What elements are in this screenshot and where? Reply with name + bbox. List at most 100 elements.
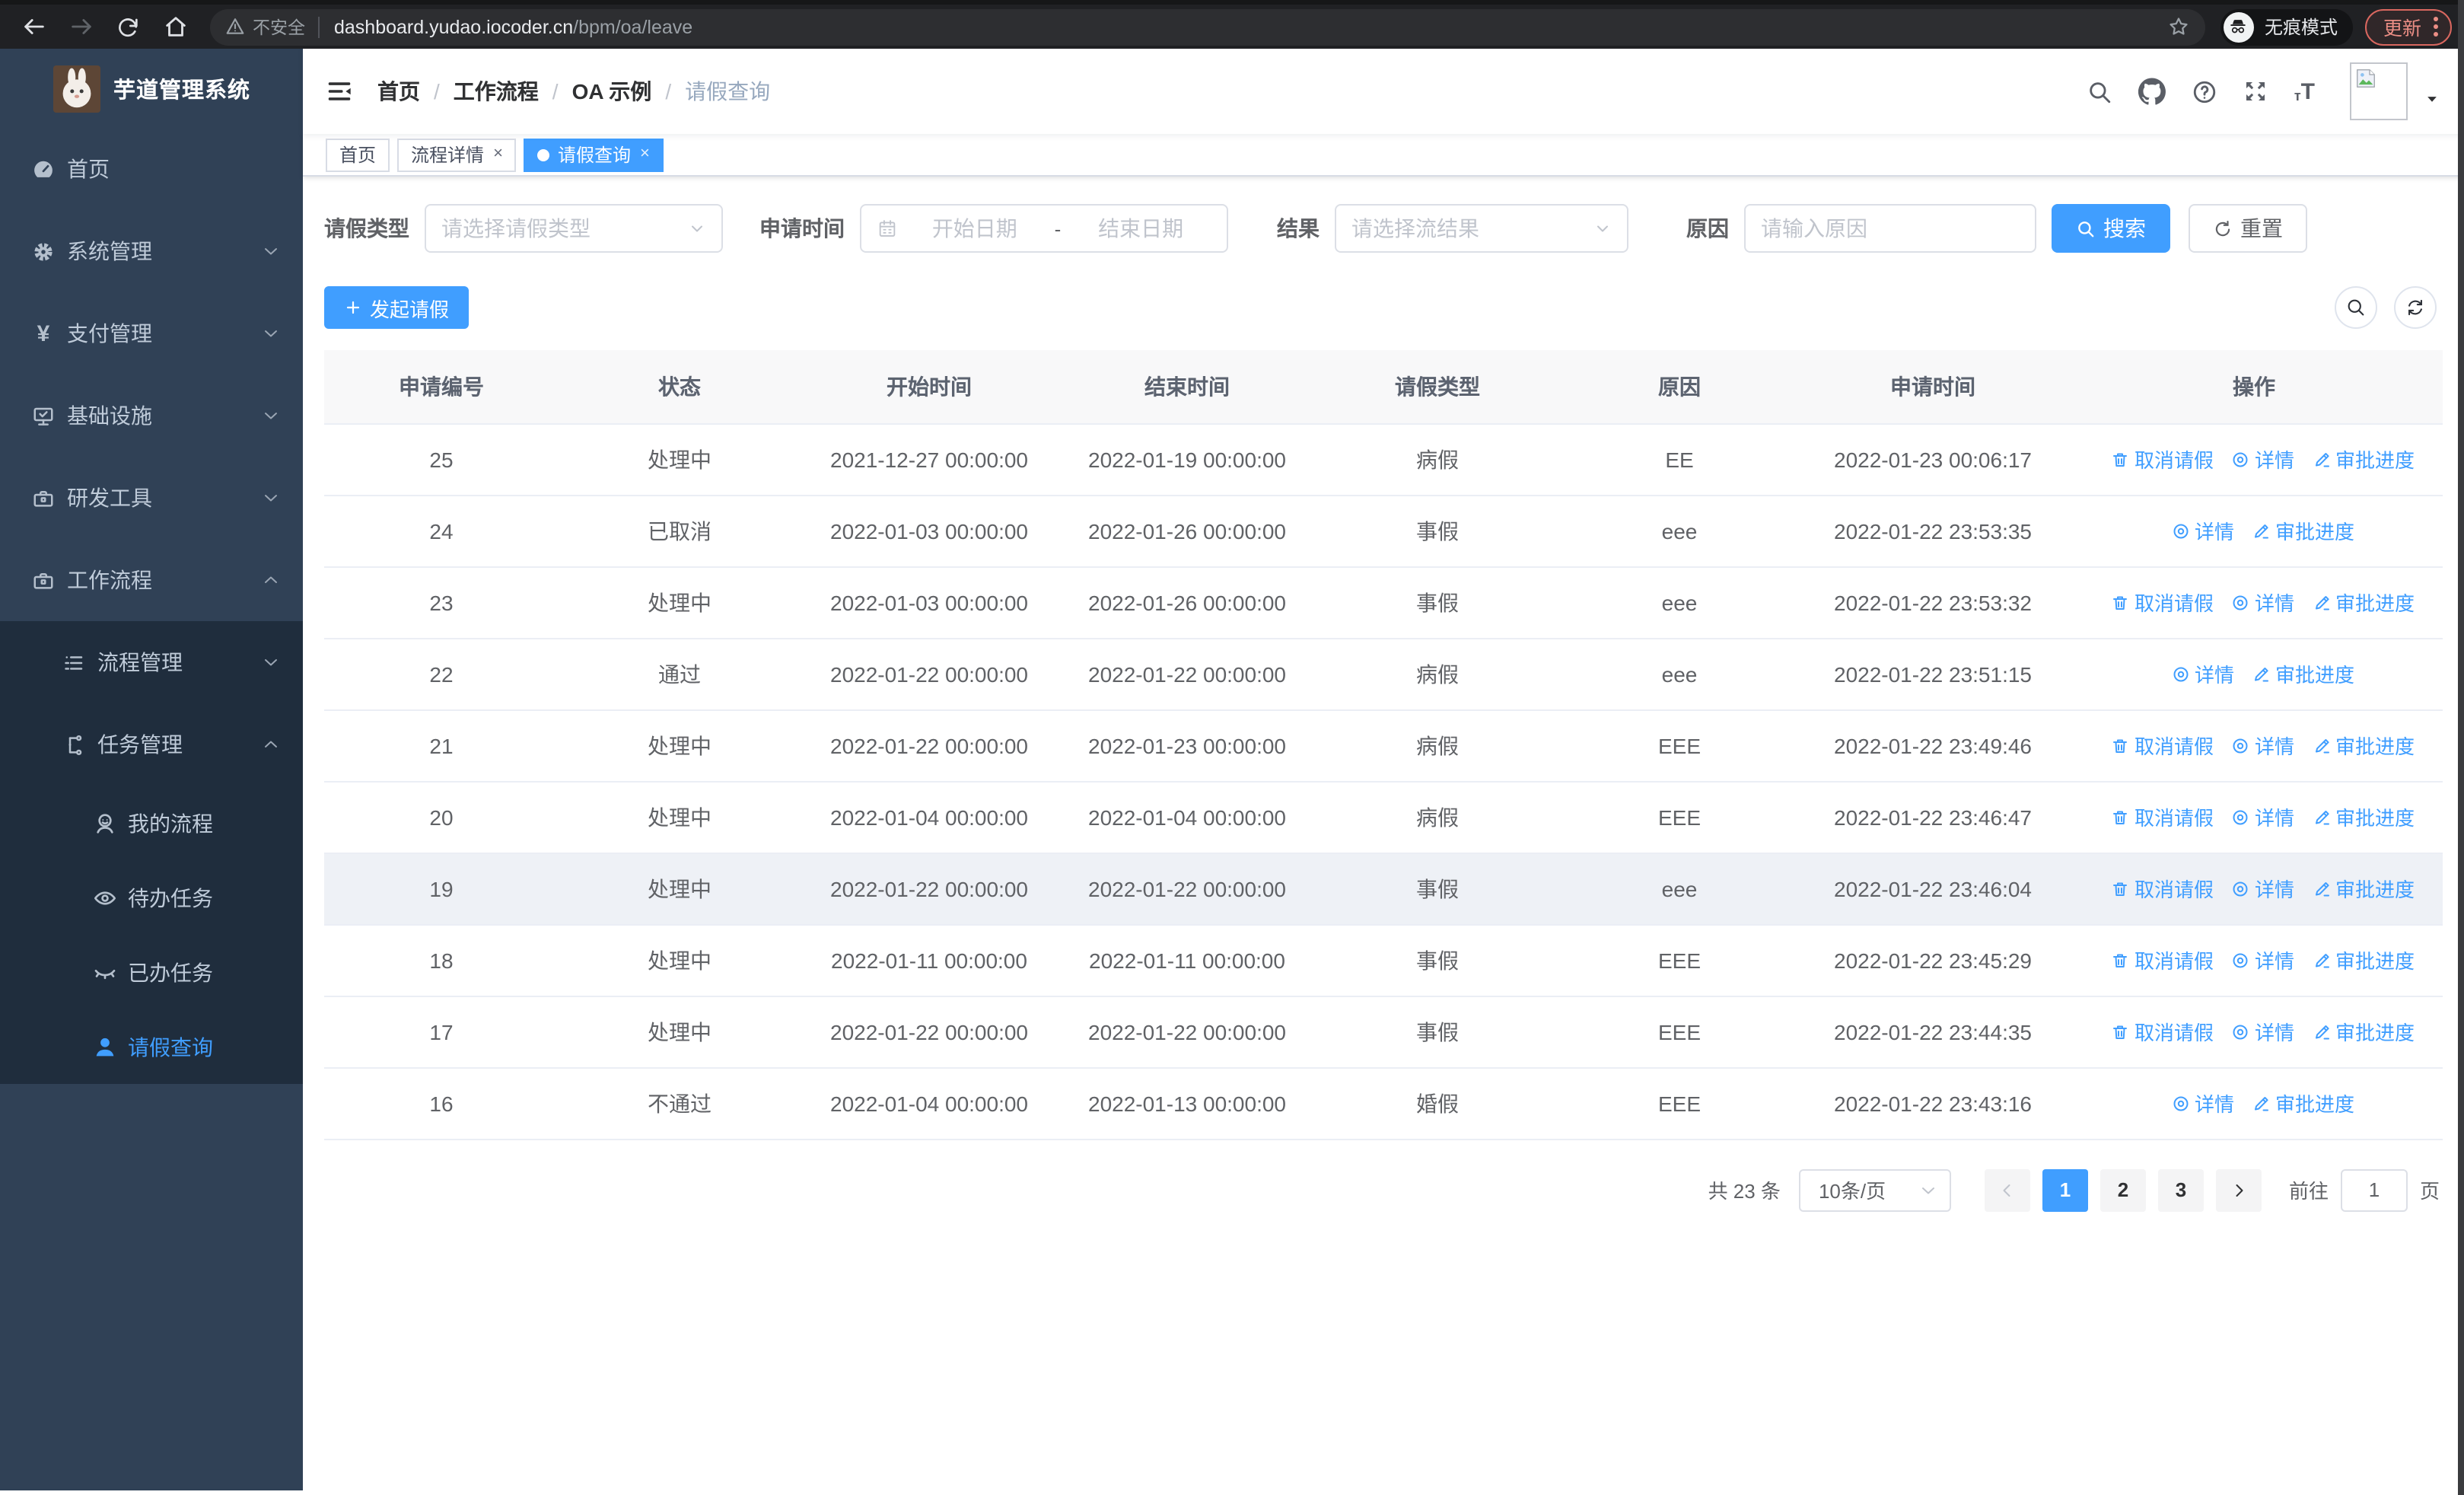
cancel-leave-link[interactable]: 取消请假 [2112, 802, 2214, 831]
home-icon[interactable] [157, 8, 193, 45]
approval-progress-link[interactable]: 审批进度 [2252, 1089, 2354, 1117]
page-1-button[interactable]: 1 [2042, 1168, 2088, 1211]
approval-progress-link[interactable]: 审批进度 [2313, 445, 2415, 473]
bookmark-star-icon[interactable] [2167, 15, 2190, 38]
detail-link[interactable]: 详情 [2232, 731, 2294, 760]
cancel-leave-link[interactable]: 取消请假 [2112, 731, 2214, 760]
goto-page-input[interactable]: 1 [2340, 1168, 2408, 1211]
cell-id: 17 [324, 996, 559, 1068]
apply-time-label: 申请时间 [759, 216, 845, 241]
sidebar-item-my-process[interactable]: 我的流程 [0, 786, 303, 860]
incognito-badge: 无痕模式 [2220, 8, 2353, 45]
cancel-leave-link[interactable]: 取消请假 [2112, 445, 2214, 473]
approval-progress-link[interactable]: 审批进度 [2313, 1017, 2415, 1046]
reload-icon[interactable] [110, 8, 146, 45]
font-size-icon[interactable]: тT [2294, 80, 2315, 103]
sidebar-item-home[interactable]: 首页 [0, 128, 303, 210]
tab-home[interactable]: 首页 [326, 138, 390, 171]
detail-link[interactable]: 详情 [2232, 874, 2294, 903]
app-logo[interactable]: 芋道管理系统 [0, 49, 303, 128]
table-row: 23 处理中 2022-01-03 00:00:00 2022-01-26 00:00… [324, 566, 2443, 639]
cell-id: 16 [324, 1067, 559, 1140]
sidebar-item-dev-tools[interactable]: 研发工具 [0, 457, 303, 539]
result-select[interactable]: 请选择流结果 [1335, 204, 1628, 253]
github-icon[interactable] [2138, 78, 2166, 105]
approval-progress-link[interactable]: 审批进度 [2313, 588, 2415, 617]
sidebar-item-process-mgmt[interactable]: 流程管理 [0, 621, 303, 703]
cell-status: 处理中 [559, 709, 801, 782]
detail-link[interactable]: 详情 [2232, 945, 2294, 974]
reason-input[interactable]: 请输入原因 [1744, 204, 2036, 253]
cell-actions: 取消请假 详情 审批进度 [2065, 996, 2443, 1068]
approval-progress-link[interactable]: 审批进度 [2313, 802, 2415, 831]
cancel-leave-link[interactable]: 取消请假 [2112, 1017, 2214, 1046]
sidebar-item-todo-tasks[interactable]: 待办任务 [0, 860, 303, 935]
approval-progress-link[interactable]: 审批进度 [2313, 945, 2415, 974]
hamburger-icon[interactable] [326, 78, 353, 105]
approval-progress-link[interactable]: 审批进度 [2313, 731, 2415, 760]
leave-type-select[interactable]: 请选择请假类型 [425, 204, 723, 253]
sidebar-item-task-mgmt[interactable]: 任务管理 [0, 703, 303, 786]
page-size-select[interactable]: 10条/页 [1798, 1168, 1951, 1211]
detail-link[interactable]: 详情 [2172, 516, 2234, 545]
detail-link[interactable]: 详情 [2232, 445, 2294, 473]
cell-end-time: 2022-01-19 00:00:00 [1058, 423, 1316, 496]
cell-leave-type: 事假 [1316, 566, 1558, 639]
page-3-button[interactable]: 3 [2157, 1168, 2204, 1211]
url-bar[interactable]: 不安全 dashboard.yudao.iocoder.cn/bpm/oa/le… [210, 8, 2205, 45]
not-secure-icon [225, 17, 245, 37]
breadcrumb-item[interactable]: 工作流程 [454, 76, 539, 107]
close-icon[interactable]: × [640, 145, 650, 163]
cell-apply-time: 2022-01-23 00:06:17 [1800, 423, 2065, 496]
cell-status: 处理中 [559, 423, 801, 496]
detail-link[interactable]: 详情 [2232, 802, 2294, 831]
tab-process-detail[interactable]: 流程详情 × [397, 138, 517, 171]
detail-link[interactable]: 详情 [2172, 1089, 2234, 1117]
search-button[interactable]: 搜索 [2052, 204, 2170, 253]
detail-link[interactable]: 详情 [2172, 659, 2234, 688]
forward-icon[interactable] [62, 8, 99, 45]
reset-button[interactable]: 重置 [2189, 204, 2307, 253]
sidebar-item-payment[interactable]: ¥ 支付管理 [0, 292, 303, 375]
cancel-leave-link[interactable]: 取消请假 [2112, 945, 2214, 974]
back-icon[interactable] [15, 8, 52, 45]
refresh-table-button[interactable] [2394, 286, 2437, 329]
edit-icon [2313, 1022, 2331, 1041]
next-page-button[interactable] [2215, 1168, 2262, 1211]
sidebar-item-infrastructure[interactable]: 基础设施 [0, 375, 303, 457]
cell-leave-type: 病假 [1316, 709, 1558, 782]
cell-reason: EEE [1558, 709, 1800, 782]
browser-menu-button[interactable]: 更新 [2364, 8, 2452, 45]
avatar[interactable] [2350, 62, 2408, 120]
calendar-icon [877, 218, 898, 239]
cell-apply-time: 2022-01-22 23:49:46 [1800, 709, 2065, 782]
edit-icon [2313, 593, 2331, 611]
tab-leave-query[interactable]: 请假查询 × [524, 138, 664, 171]
approval-progress-link[interactable]: 审批进度 [2252, 516, 2354, 545]
detail-link[interactable]: 详情 [2232, 588, 2294, 617]
search-icon[interactable] [2087, 78, 2113, 104]
cell-leave-type: 病假 [1316, 423, 1558, 496]
apply-time-range-picker[interactable]: 开始日期 - 结束日期 [860, 204, 1228, 253]
sidebar-item-label: 已办任务 [128, 960, 213, 984]
close-icon[interactable]: × [493, 145, 503, 163]
cancel-leave-link[interactable]: 取消请假 [2112, 588, 2214, 617]
toggle-search-button[interactable] [2335, 286, 2377, 329]
approval-progress-link[interactable]: 审批进度 [2313, 874, 2415, 903]
sidebar-item-leave-query[interactable]: 请假查询 [0, 1009, 303, 1084]
approval-progress-link[interactable]: 审批进度 [2252, 659, 2354, 688]
sidebar-item-workflow[interactable]: 工作流程 [0, 539, 303, 621]
browser-toolbar: 不安全 dashboard.yudao.iocoder.cn/bpm/oa/le… [0, 0, 2464, 49]
breadcrumb-item[interactable]: 首页 [377, 76, 420, 107]
chevron-down-icon[interactable] [2424, 91, 2440, 107]
breadcrumb-item[interactable]: OA 示例 [572, 76, 652, 107]
help-icon[interactable] [2192, 78, 2218, 104]
sidebar-item-system[interactable]: 系统管理 [0, 210, 303, 292]
sidebar-item-done-tasks[interactable]: 已办任务 [0, 935, 303, 1009]
cancel-leave-link[interactable]: 取消请假 [2112, 874, 2214, 903]
fullscreen-icon[interactable] [2244, 79, 2268, 104]
create-leave-button[interactable]: 发起请假 [324, 286, 470, 329]
page-2-button[interactable]: 2 [2099, 1168, 2146, 1211]
detail-link[interactable]: 详情 [2232, 1017, 2294, 1046]
prev-page-button[interactable] [1984, 1168, 2030, 1211]
